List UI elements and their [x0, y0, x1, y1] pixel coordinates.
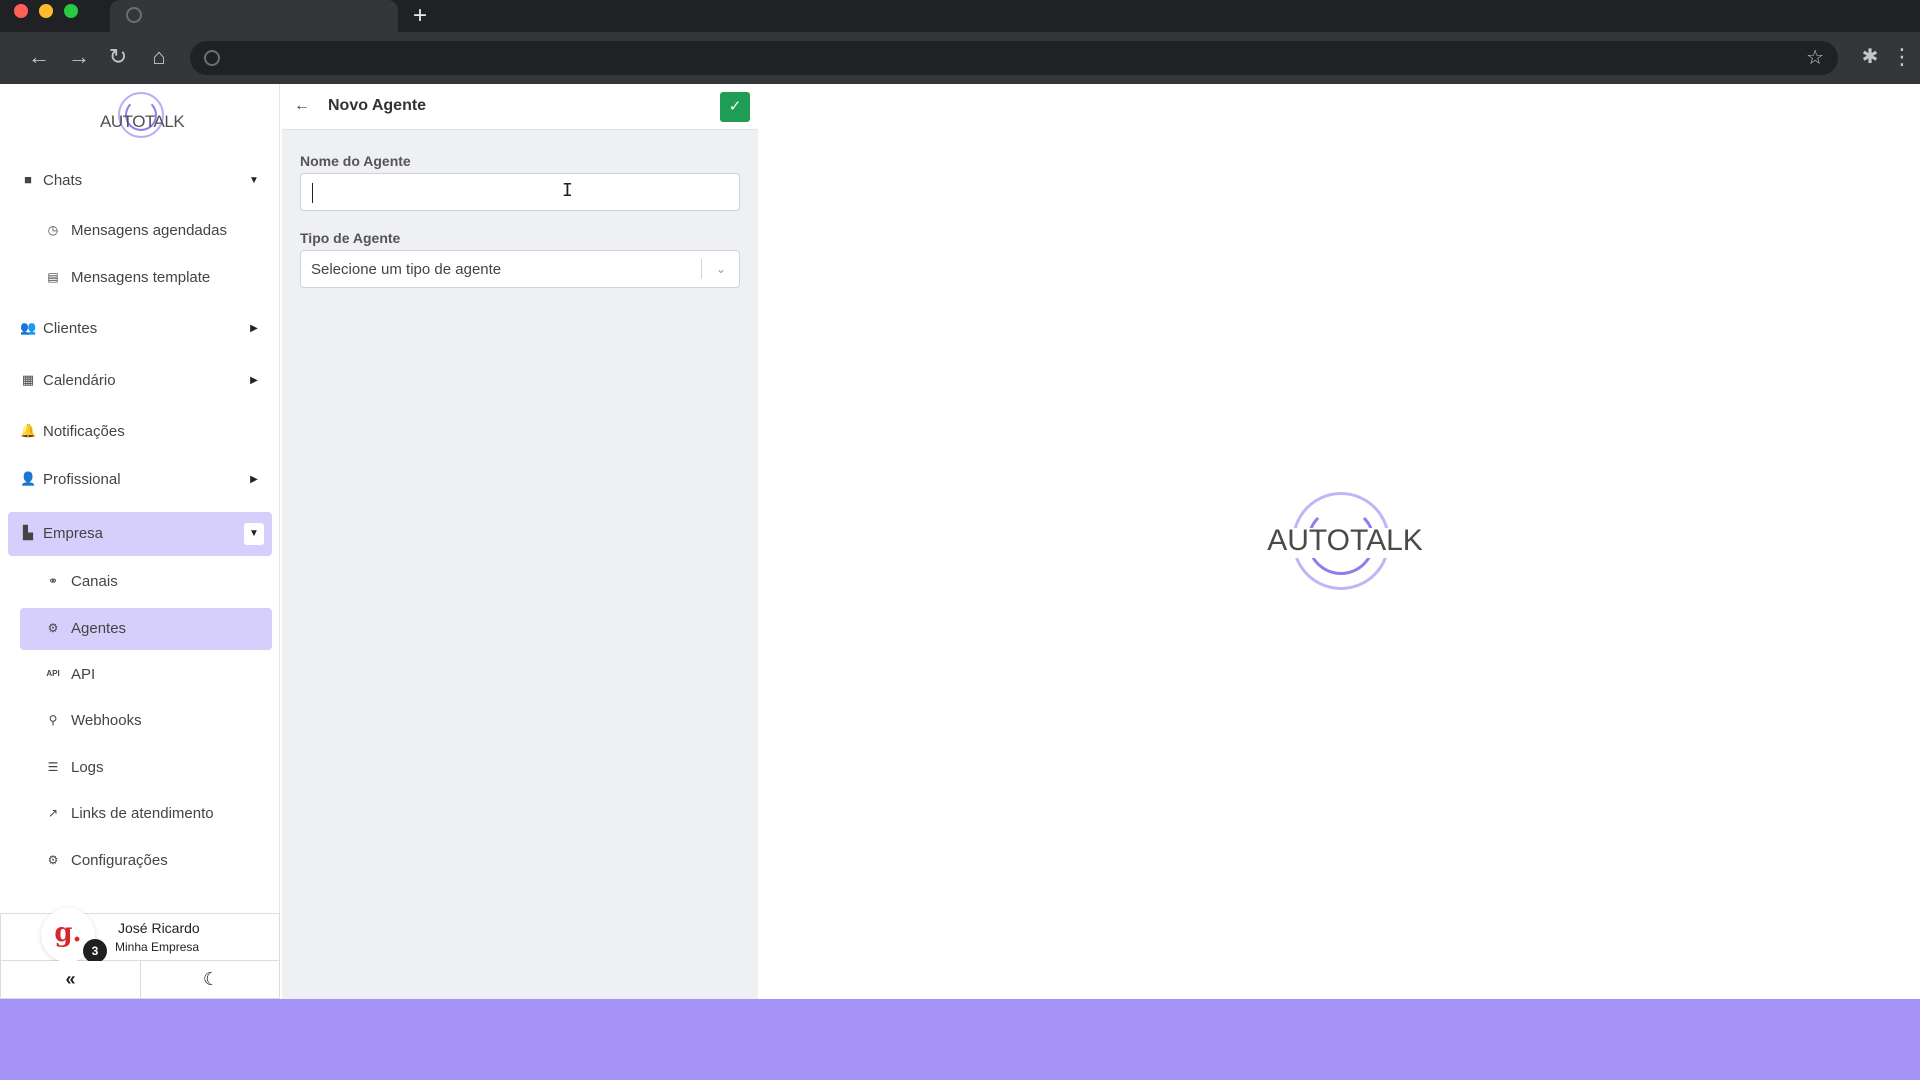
chat-icon: ■ — [24, 172, 32, 187]
clock-icon: ◷ — [47, 223, 59, 237]
user-gear-icon: 👤 — [20, 471, 37, 486]
api-icon: API — [46, 669, 60, 678]
chevron-down-icon[interactable]: ▼ — [244, 523, 264, 545]
user-card[interactable]: g. 3 José Ricardo Minha Empresa — [0, 908, 280, 963]
browser-menu-icon[interactable]: ⋮ — [1890, 42, 1914, 72]
chevron-right-icon[interactable]: ▶ — [244, 370, 264, 392]
panel-header: ← Novo Agente ✓ — [282, 84, 758, 130]
sidebar: AUTOTALK ■ Chats ▼ ◷ Mensagens agendadas… — [0, 84, 280, 999]
sidebar-item-mensagens-agendadas[interactable]: ◷ Mensagens agendadas — [20, 211, 272, 251]
browser-toolbar: ← → ↻ ⌂ ☆ ✱ ⋮ — [0, 32, 1920, 84]
globe-icon — [126, 7, 142, 23]
new-tab-button[interactable]: + — [408, 3, 432, 29]
chevron-right-icon[interactable]: ▶ — [244, 318, 264, 340]
globe-icon — [204, 50, 220, 66]
agent-name-label: Nome do Agente — [300, 153, 411, 169]
new-agent-panel: ← Novo Agente ✓ Nome do Agente Tipo de A… — [282, 84, 758, 999]
gear-icon: ⚙ — [47, 853, 59, 867]
autotalk-logo-large: AUTOTALK — [1254, 492, 1436, 592]
agent-name-input[interactable] — [300, 173, 740, 211]
logo-text-large: AUTOTALK — [1267, 524, 1423, 557]
chevron-down-icon[interactable]: ▼ — [244, 170, 264, 192]
back-arrow-icon[interactable]: ← — [292, 95, 312, 117]
sidebar-item-profissional[interactable]: 👤 Profissional ▶ — [8, 460, 272, 500]
sidebar-item-chats[interactable]: ■ Chats ▼ — [8, 161, 272, 201]
minimize-window-button[interactable] — [39, 4, 53, 18]
sidebar-item-mensagens-template[interactable]: ▤ Mensagens template — [20, 258, 272, 298]
building-icon: ▙ — [23, 525, 33, 540]
company-name: Minha Empresa — [115, 940, 200, 954]
back-icon[interactable]: ← — [24, 42, 54, 72]
bell-icon: 🔔 — [20, 423, 37, 438]
chevron-down-icon[interactable]: ⌄ — [707, 258, 735, 280]
text-caret — [312, 183, 313, 203]
bookmark-star-icon[interactable]: ☆ — [1806, 45, 1824, 70]
browser-tab[interactable] — [110, 0, 398, 32]
sidebar-item-webhooks[interactable]: ⚲ Webhooks — [20, 701, 272, 741]
logo-text: AUTOTALK — [100, 112, 185, 131]
browser-tab-strip: + — [0, 0, 1920, 32]
maximize-window-button[interactable] — [64, 4, 78, 18]
users-icon: 👥 — [20, 320, 37, 335]
agent-type-label: Tipo de Agente — [300, 230, 401, 246]
external-link-icon: ↗ — [47, 806, 59, 820]
link-icon: ⚭ — [47, 574, 59, 588]
sidebar-item-links-de-atendimento[interactable]: ↗ Links de atendimento — [20, 794, 272, 834]
address-bar[interactable]: ☆ — [190, 41, 1838, 75]
sidebar-item-agentes[interactable]: ⚙ Agentes — [20, 608, 272, 650]
sidebar-item-canais[interactable]: ⚭ Canais — [20, 562, 272, 602]
chevron-right-icon[interactable]: ▶ — [244, 469, 264, 491]
sidebar-item-notificacoes[interactable]: 🔔 Notificações — [8, 412, 272, 452]
notification-badge: 3 — [83, 939, 107, 963]
select-divider — [701, 259, 702, 279]
sidebar-item-configuracoes[interactable]: ⚙ Configurações — [20, 841, 272, 881]
sidebar-item-empresa[interactable]: ▙ Empresa ▼ — [8, 512, 272, 556]
text-cursor-icon: I — [562, 180, 573, 201]
sidebar-footer: « ☾ — [0, 961, 280, 999]
reload-icon[interactable]: ↻ — [103, 42, 133, 72]
collapse-sidebar-button[interactable]: « — [1, 961, 141, 998]
dark-mode-toggle[interactable]: ☾ — [141, 961, 281, 998]
extensions-icon[interactable]: ✱ — [1855, 42, 1885, 72]
sidebar-item-clientes[interactable]: 👥 Clientes ▶ — [8, 309, 272, 349]
page-title: Novo Agente — [328, 97, 427, 114]
list-icon: ☰ — [47, 760, 59, 774]
app-window: AUTOTALK ■ Chats ▼ ◷ Mensagens agendadas… — [0, 84, 1920, 999]
user-name: José Ricardo — [118, 920, 200, 936]
webhook-icon: ⚲ — [48, 713, 58, 727]
autotalk-logo[interactable]: AUTOTALK — [100, 92, 185, 142]
close-window-button[interactable] — [14, 4, 28, 18]
agent-type-select[interactable]: Selecione um tipo de agente ⌄ — [300, 250, 740, 288]
calendar-icon: ▦ — [21, 372, 35, 387]
home-icon[interactable]: ⌂ — [144, 42, 174, 72]
main-content: AUTOTALK — [760, 84, 1920, 999]
sidebar-item-api[interactable]: API API — [20, 655, 272, 695]
robot-icon: ⚙ — [47, 621, 59, 635]
template-icon: ▤ — [47, 270, 59, 284]
save-button[interactable]: ✓ — [720, 92, 750, 122]
forward-icon[interactable]: → — [64, 42, 94, 72]
check-icon: ✓ — [728, 98, 742, 115]
agent-type-placeholder: Selecione um tipo de agente — [311, 261, 502, 278]
sidebar-item-logs[interactable]: ☰ Logs — [20, 748, 272, 788]
sidebar-item-calendario[interactable]: ▦ Calendário ▶ — [8, 361, 272, 401]
